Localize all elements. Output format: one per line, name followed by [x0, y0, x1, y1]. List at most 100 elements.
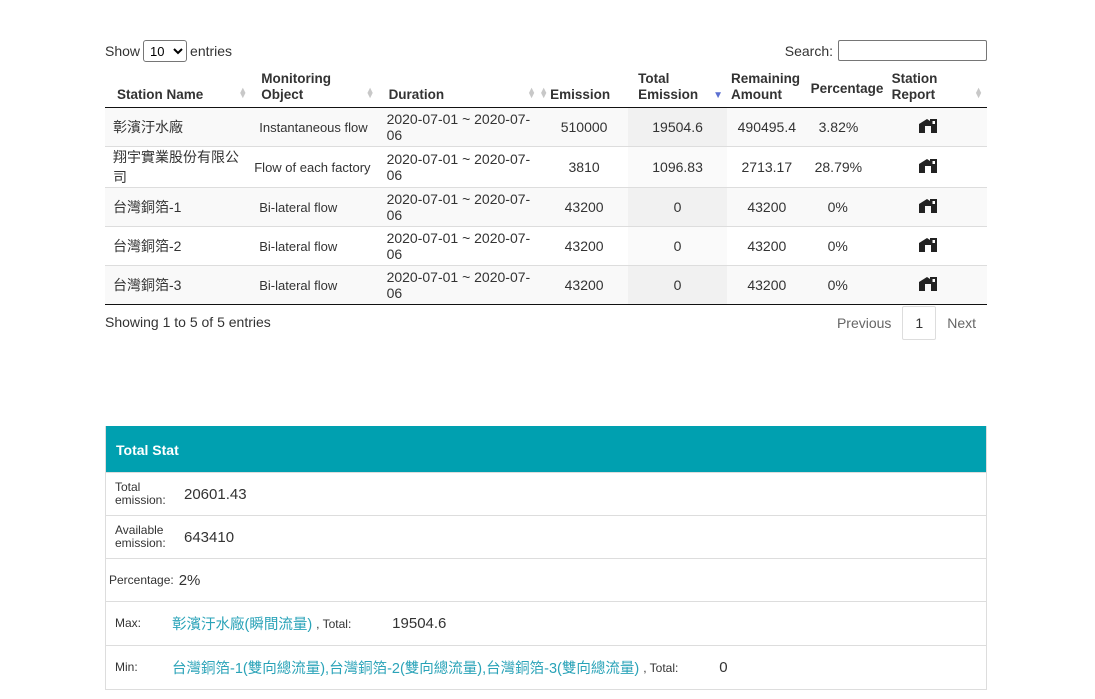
station-report-cell — [887, 146, 987, 188]
column-header-station-report[interactable]: Station Report ▲ ▼ — [887, 67, 987, 108]
column-header-duration[interactable]: Duration ▲ ▼ — [378, 67, 541, 108]
total-emission-cell: 0 — [628, 265, 728, 305]
table-row: 彰濱汙水廠 Instantaneous flow 2020-07-01 ~ 20… — [105, 107, 987, 147]
total-emission-cell: 1096.83 — [628, 146, 728, 188]
table-controls: Show 10 entries Search: — [105, 38, 987, 64]
next-page-button[interactable]: Next — [936, 309, 987, 337]
show-label: Show — [105, 43, 141, 59]
percentage-cell: 0% — [806, 226, 888, 266]
max-total-label: , Total: — [316, 616, 352, 631]
house-report-icon[interactable] — [918, 237, 938, 253]
table-header-row: Station Name ▲ ▼ Monitoring Object ▲ ▼ Dur… — [105, 67, 987, 108]
monitoring-object-cell: Instantaneous flow — [259, 119, 368, 135]
station-report-cell — [887, 187, 987, 227]
available-emission-value: 643410 — [184, 528, 235, 546]
max-station-link[interactable]: 彰濱汙水廠(瞬間流量) — [172, 613, 312, 634]
table-row: 台灣銅箔-1 Bi-lateral flow 2020-07-01 ~ 2020… — [105, 187, 987, 227]
entries-label: entries — [190, 43, 233, 59]
duration-cell: 2020-07-01 ~ 2020-07-06 — [378, 265, 541, 305]
total-emission-cell: 0 — [628, 226, 728, 266]
pagination: Previous 1 Next — [826, 306, 987, 340]
remaining-amount-cell: 2713.17 — [727, 146, 807, 188]
max-row: Max: 彰濱汙水廠(瞬間流量) , Total: 19504.6 — [106, 601, 986, 645]
available-emission-row: Available emission: 643410 — [106, 515, 986, 558]
page-1-button[interactable]: 1 — [902, 306, 937, 340]
emission-cell: 43200 — [540, 226, 629, 266]
house-report-icon[interactable] — [918, 118, 938, 134]
monitoring-object-cell: Bi-lateral flow — [251, 187, 379, 227]
min-label: Min: — [115, 660, 138, 674]
station-name-cell: 台灣銅箔-1 — [105, 187, 252, 227]
percentage-cell: 3.82% — [818, 119, 859, 135]
min-total-value: 0 — [719, 659, 728, 676]
monitoring-object-cell: Bi-lateral flow — [251, 265, 379, 305]
column-header-remaining-amount[interactable]: Remaining Amount — [727, 67, 807, 108]
total-emission-cell: 19504.6 — [628, 107, 728, 147]
station-name-cell: 翔宇實業股份有限公司 — [105, 146, 252, 188]
table-row: 翔宇實業股份有限公司 Flow of each factory 2020-07-… — [105, 146, 987, 188]
search-control: Search: — [785, 40, 987, 61]
percentage-cell: 0% — [806, 187, 888, 227]
emission-cell: 510000 — [560, 119, 608, 135]
column-header-monitoring-object[interactable]: Monitoring Object ▲ ▼ — [251, 67, 379, 108]
duration-cell: 2020-07-01 ~ 2020-07-06 — [378, 226, 541, 266]
house-report-icon[interactable] — [918, 158, 938, 174]
house-report-icon[interactable] — [918, 198, 938, 214]
emission-cell: 3810 — [540, 146, 629, 188]
table-info: Showing 1 to 5 of 5 entries — [105, 314, 271, 330]
min-row: Min: 台灣銅箔-1(雙向總流量),台灣銅箔-2(雙向總流量),台灣銅箔-3(… — [106, 645, 986, 689]
table-row: 台灣銅箔-2 Bi-lateral flow 2020-07-01 ~ 2020… — [105, 226, 987, 266]
column-header-total-emission[interactable]: Total Emission ▼ — [628, 67, 728, 108]
total-stat-panel: Total Stat Total emission: 20601.43 Avai… — [105, 426, 987, 690]
percentage-row: Percentage: 2% — [106, 558, 986, 601]
station-report-cell — [887, 226, 987, 266]
emission-cell: 43200 — [540, 187, 629, 227]
percentage-cell: 28.79% — [806, 146, 888, 188]
remaining-amount-cell: 43200 — [727, 226, 807, 266]
sort-both-icon: ▲ ▼ — [974, 85, 983, 100]
stations-table: Station Name ▲ ▼ Monitoring Object ▲ ▼ Dur… — [105, 67, 987, 305]
duration-cell: 2020-07-01 ~ 2020-07-06 — [378, 146, 541, 188]
min-total-label: , Total: — [643, 660, 679, 675]
monitoring-object-cell: Bi-lateral flow — [251, 226, 379, 266]
max-total-value: 19504.6 — [392, 615, 447, 632]
emission-cell: 43200 — [540, 265, 629, 305]
table-row: 台灣銅箔-3 Bi-lateral flow 2020-07-01 ~ 2020… — [105, 265, 987, 305]
remaining-amount-cell: 43200 — [727, 187, 807, 227]
column-header-emission[interactable]: Emission ▲ ▼ — [539, 67, 629, 108]
monitoring-object-cell: Flow of each factory — [251, 146, 379, 188]
percentage-value: 2% — [178, 571, 201, 589]
remaining-amount-cell: 490495.4 — [737, 119, 797, 135]
page-length-control: Show 10 entries — [105, 40, 232, 62]
percentage-cell: 0% — [806, 265, 888, 305]
duration-cell: 2020-07-01 ~ 2020-07-06 — [386, 111, 531, 143]
available-emission-label: Available emission: — [115, 523, 166, 550]
station-name-cell: 彰濱汙水廠 — [113, 119, 183, 135]
search-input[interactable] — [838, 40, 987, 61]
search-label: Search: — [784, 42, 833, 59]
station-report-cell — [888, 108, 987, 147]
max-label: Max: — [115, 616, 142, 630]
min-station-link[interactable]: 台灣銅箔-1(雙向總流量),台灣銅箔-2(雙向總流量),台灣銅箔-3(雙向總流量… — [172, 657, 639, 678]
station-name-cell: 台灣銅箔-2 — [105, 226, 252, 266]
station-report-cell — [887, 265, 987, 305]
percentage-label: Percentage: — [109, 572, 174, 587]
sort-both-icon: ▲ ▼ — [527, 85, 537, 100]
duration-cell: 2020-07-01 ~ 2020-07-06 — [378, 187, 541, 227]
house-report-icon[interactable] — [918, 276, 938, 292]
total-stat-title: Total Stat — [106, 426, 986, 472]
sort-both-icon: ▲ ▼ — [539, 85, 549, 100]
total-emission-value: 20601.43 — [184, 485, 247, 503]
page-length-select[interactable]: 10 — [143, 40, 188, 62]
station-name-cell: 台灣銅箔-3 — [105, 265, 252, 305]
column-header-station-name[interactable]: Station Name ▲ ▼ — [105, 67, 252, 108]
previous-page-button[interactable]: Previous — [826, 309, 902, 337]
sort-both-icon: ▲ ▼ — [238, 85, 248, 100]
remaining-amount-cell: 43200 — [727, 265, 807, 305]
sort-both-icon: ▲ ▼ — [365, 85, 375, 100]
total-emission-row: Total emission: 20601.43 — [106, 472, 986, 515]
sort-desc-icon: ▼ — [713, 90, 724, 101]
column-header-percentage[interactable]: Percentage — [806, 67, 888, 108]
total-emission-label: Total emission: — [115, 480, 166, 507]
total-emission-cell: 0 — [628, 187, 728, 227]
